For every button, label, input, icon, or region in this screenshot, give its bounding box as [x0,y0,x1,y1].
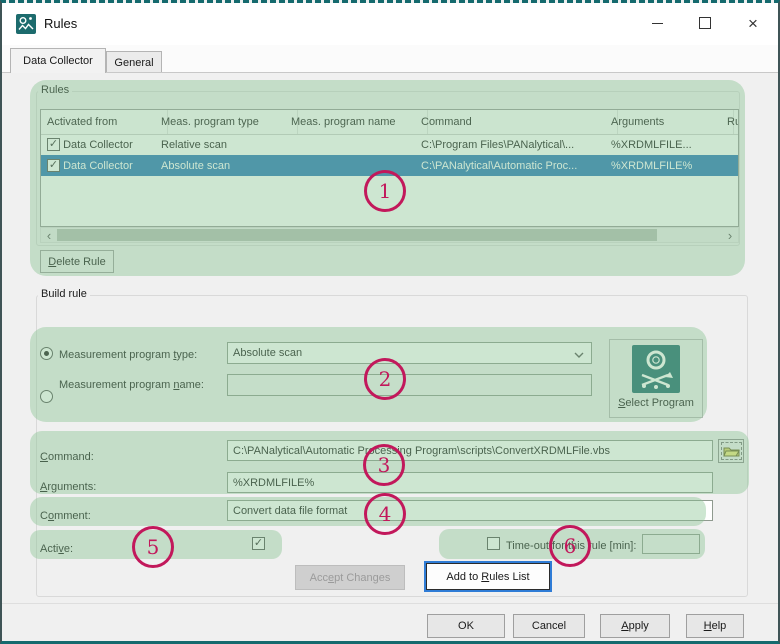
row-checkbox[interactable]: ✓ [47,138,60,151]
program-name-label: Measurement program name: [59,379,204,391]
scroll-left-icon[interactable]: ‹ [41,228,57,242]
active-checkbox[interactable]: ✓ [252,537,265,550]
program-name-radio[interactable] [40,390,53,403]
table-row[interactable]: ✓ Data Collector Relative scan C:\Progra… [41,134,738,155]
goniometer-icon [632,345,680,393]
comment-input[interactable]: Convert data file format [227,500,713,521]
app-icon [16,14,36,34]
minimize-icon [652,23,663,24]
column-header-command[interactable]: Command [415,110,618,134]
title-bar: Rules × [2,3,778,45]
program-type-dropdown[interactable]: Absolute scan [227,342,592,364]
close-icon: × [748,15,758,32]
program-type-label: Measurement program type: [59,349,197,361]
ok-button[interactable]: OK [427,614,505,638]
comment-label: Comment: [40,510,91,522]
maximize-icon [699,17,711,29]
table-horizontal-scrollbar[interactable]: ‹ › [40,227,739,243]
tab-strip: Data Collector General [2,45,778,73]
column-header-rule-timeout[interactable]: Rule Timec [721,110,739,134]
select-program-button[interactable]: Select Program [609,339,703,418]
column-header-program-name[interactable]: Meas. program name [285,110,428,134]
column-header-program-type[interactable]: Meas. program type [155,110,298,134]
window-title: Rules [44,16,77,31]
chevron-down-icon [574,352,584,358]
scrollbar-thumb[interactable] [57,229,657,241]
rules-group-title: Rules [38,84,72,96]
command-label: Command: [40,451,94,463]
close-button[interactable]: × [731,3,775,43]
footer-separator [2,603,778,604]
delete-rule-button[interactable]: Delete Rule [40,250,114,273]
table-row-selected[interactable]: ✓ Data Collector Absolute scan C:\PANaly… [41,155,738,176]
accept-changes-button: Accept Changes [295,565,405,590]
minimize-button[interactable] [635,3,679,43]
active-label: Active: [40,543,73,555]
build-rule-group-title: Build rule [38,288,90,300]
scroll-right-icon[interactable]: › [722,228,738,242]
program-name-input[interactable] [227,374,592,396]
rules-table[interactable]: Activated from Meas. program type Meas. … [40,109,739,227]
column-header-arguments[interactable]: Arguments [605,110,734,134]
tab-data-collector[interactable]: Data Collector [10,48,106,73]
tab-page-border [2,72,778,73]
help-button[interactable]: Help [686,614,744,638]
table-header: Activated from Meas. program type Meas. … [41,110,738,135]
cancel-button[interactable]: Cancel [513,614,585,638]
row-checkbox[interactable]: ✓ [47,159,60,172]
add-to-rules-list-button[interactable]: Add to Rules List [426,563,550,590]
timeout-label: Time-out for this rule [min]: [506,540,636,552]
timeout-checkbox[interactable] [487,537,500,550]
browse-command-button[interactable] [718,439,744,463]
select-program-label: Select Program [618,397,694,409]
arguments-label: Arguments: [40,481,96,493]
open-folder-icon [723,444,740,458]
apply-button[interactable]: Apply [600,614,670,638]
rules-dialog: Rules × Data Collector General Rules Act… [0,0,780,644]
column-header-activated-from[interactable]: Activated from [41,110,168,134]
tab-general[interactable]: General [106,51,162,73]
timeout-input[interactable] [642,534,700,554]
program-type-radio[interactable] [40,347,53,360]
arguments-input[interactable]: %XRDMLFILE% [227,472,713,493]
maximize-button[interactable] [683,3,727,43]
command-input[interactable]: C:\PANalytical\Automatic Processing Prog… [227,440,713,461]
